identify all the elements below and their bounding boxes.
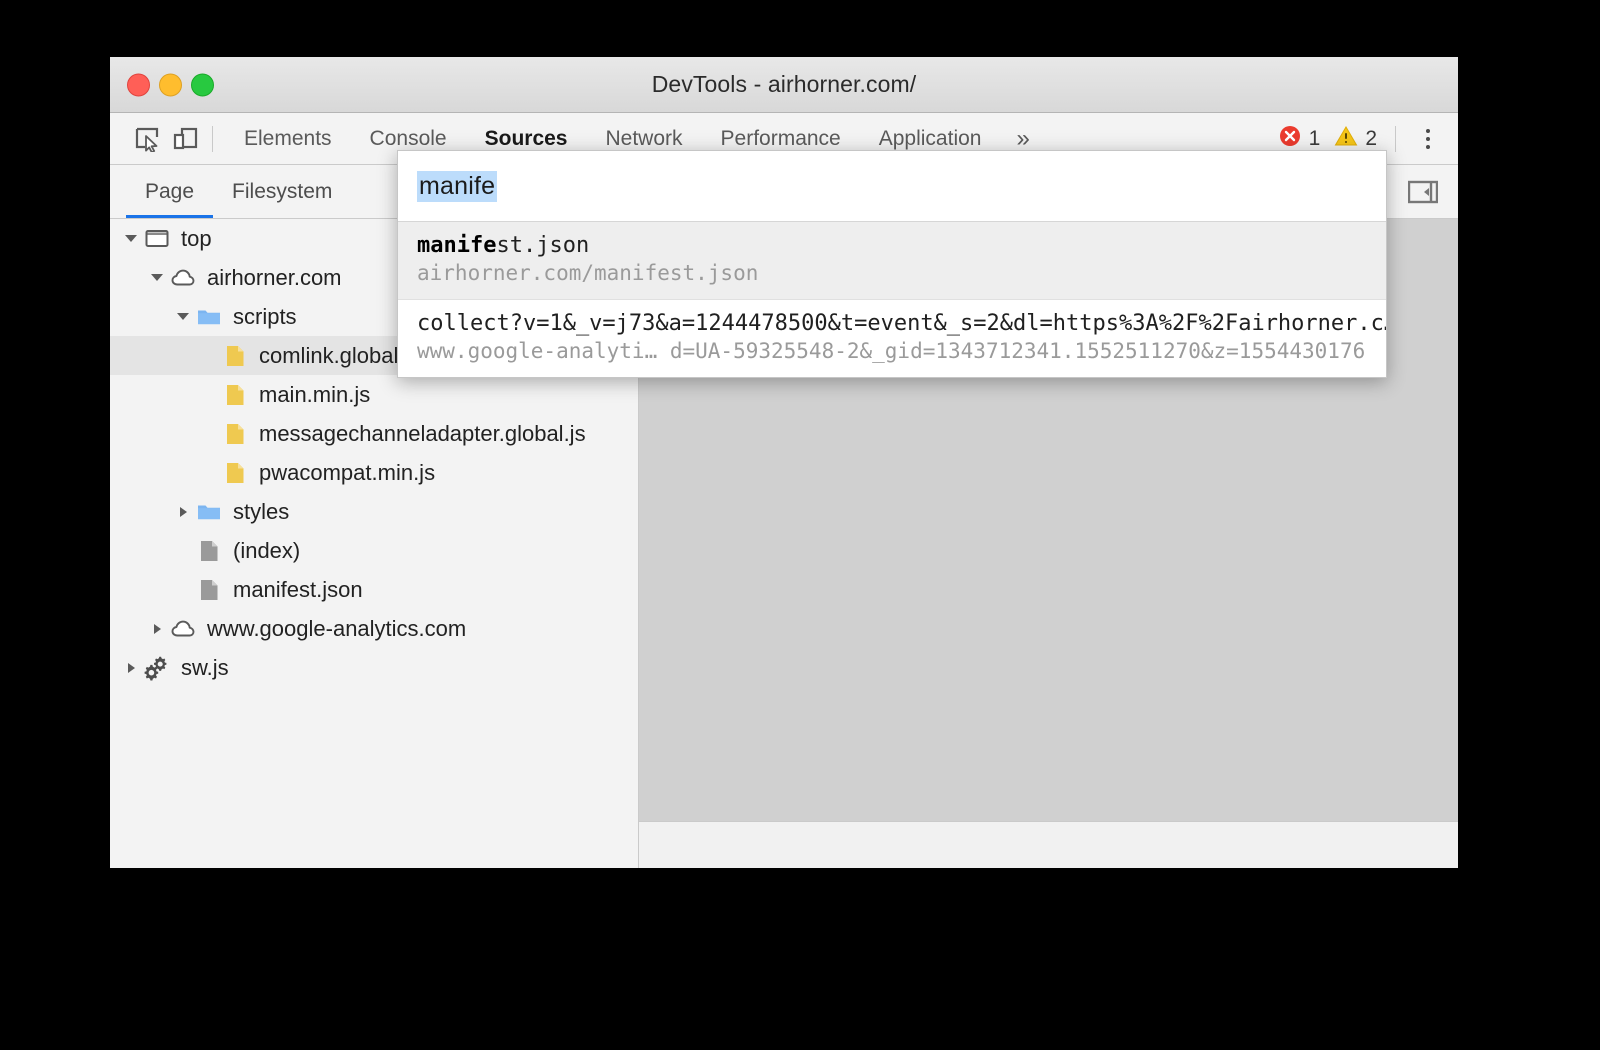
open-file-search-input[interactable]: manife (417, 170, 498, 202)
tree-row[interactable]: manifest.json (110, 570, 638, 609)
cloud-icon (168, 616, 198, 642)
window-title: DevTools - airhorner.com/ (651, 71, 917, 97)
navigator-tabs: Page Filesystem (110, 165, 351, 218)
result-subtitle: www.google-analyti… d=UA-59325548-2&_gid… (417, 338, 1366, 363)
tree-item-label: manifest.json (233, 576, 363, 602)
folder-icon (194, 304, 224, 330)
doc-file-icon (194, 538, 224, 564)
tree-item-label: sw.js (181, 654, 229, 680)
tree-row[interactable]: main.min.js (110, 375, 638, 414)
tree-item-label: main.min.js (259, 381, 371, 407)
warning-count-badge[interactable]: 2 (1334, 124, 1377, 154)
hide-navigator-icon[interactable] (1404, 176, 1442, 208)
warning-count: 2 (1365, 126, 1377, 150)
js-file-icon (220, 460, 250, 486)
tree-row[interactable]: messagechanneladapter.global.js (110, 414, 638, 453)
result-title: collect?v=1&_v=j73&a=1244478500&t=event&… (417, 309, 1386, 338)
toolbar-divider (212, 125, 213, 152)
js-file-icon (220, 343, 250, 369)
navigator-tab-page[interactable]: Page (126, 165, 214, 218)
js-file-icon (220, 382, 250, 408)
result-subtitle: airhorner.com/manifest.json (417, 261, 759, 286)
cloud-icon (168, 265, 198, 291)
tree-item-label: airhorner.com (207, 264, 342, 290)
gears-icon (142, 655, 172, 681)
window-controls (127, 73, 214, 96)
tree-row[interactable]: (index) (110, 531, 638, 570)
tree-row[interactable]: pwacompat.min.js (110, 453, 638, 492)
warning-icon (1334, 124, 1358, 154)
error-count-badge[interactable]: 1 (1278, 124, 1321, 154)
disclosure-closed-icon[interactable] (146, 623, 168, 634)
tree-row[interactable]: styles (110, 492, 638, 531)
result-title-rest: collect?v=1&_v=j73&a=1244478500&t=event&… (417, 310, 1386, 336)
tree-item-label: (index) (233, 537, 301, 563)
result-title-rest: st.json (496, 233, 590, 258)
disclosure-open-icon[interactable] (172, 313, 194, 320)
device-toolbar-icon[interactable] (166, 120, 204, 158)
disclosure-open-icon[interactable] (146, 274, 168, 281)
frame-icon (142, 226, 172, 252)
tree-item-label: top (181, 225, 212, 251)
doc-file-icon (194, 577, 224, 603)
toolbar-right-divider (1395, 125, 1396, 152)
inspect-element-icon[interactable] (128, 120, 166, 158)
folder-icon (194, 499, 224, 525)
tree-row[interactable]: sw.js (110, 648, 638, 687)
devtools-window: DevTools - airhorner.com/ Elements Conso… (110, 57, 1458, 868)
open-file-input-row[interactable]: manife (398, 151, 1386, 222)
tree-item-label: www.google-analytics.com (207, 615, 467, 641)
tree-item-label: scripts (233, 303, 297, 329)
minimize-window-button[interactable] (159, 73, 182, 96)
open-file-result-row[interactable]: collect?v=1&_v=j73&a=1244478500&t=event&… (398, 298, 1386, 377)
disclosure-closed-icon[interactable] (120, 662, 142, 673)
devtools-menu-icon[interactable] (1412, 120, 1444, 158)
tree-item-label: styles (233, 498, 290, 524)
tree-item-label: pwacompat.min.js (259, 459, 436, 485)
disclosure-closed-icon[interactable] (172, 506, 194, 517)
close-window-button[interactable] (127, 73, 150, 96)
navigator-tab-filesystem[interactable]: Filesystem (213, 165, 351, 218)
window-titlebar: DevTools - airhorner.com/ (110, 57, 1458, 113)
maximize-window-button[interactable] (191, 73, 214, 96)
tab-elements[interactable]: Elements (225, 114, 351, 164)
error-count: 1 (1308, 126, 1321, 150)
open-file-results-list: manifest.json airhorner.com/manifest.json… (398, 222, 1386, 377)
editor-status-bar (639, 821, 1458, 868)
tree-row[interactable]: www.google-analytics.com (110, 609, 638, 648)
open-file-result-row[interactable]: manifest.json airhorner.com/manifest.json (398, 222, 1386, 299)
disclosure-open-icon[interactable] (120, 235, 142, 242)
result-match-highlight: manife (417, 233, 497, 258)
error-icon (1278, 124, 1302, 154)
result-title: manifest.json (417, 231, 1367, 260)
tree-item-label: messagechanneladapter.global.js (259, 420, 586, 446)
js-file-icon (220, 421, 250, 447)
open-file-dialog: manife manifest.json airhorner.com/manife… (397, 150, 1387, 378)
